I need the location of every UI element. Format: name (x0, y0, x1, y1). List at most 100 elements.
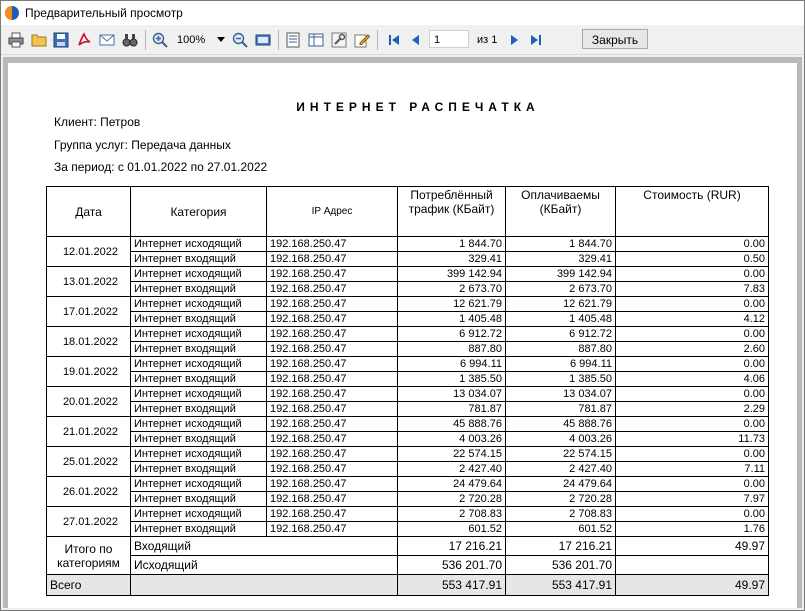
category-cell: Интернет входящий (130, 491, 267, 507)
preview-area[interactable]: ИНТЕРНЕТ РАСПЕЧАТКА Клиент: Петров Групп… (3, 57, 802, 608)
table-row: Интернет входящий 192.168.250.47 601.52 601… (47, 521, 769, 537)
cost-cell: 7.11 (615, 461, 769, 477)
total-label: Всего (46, 574, 131, 596)
ip-cell: 192.168.250.47 (266, 476, 398, 492)
col-header-cost: Стоимость (RUR) (615, 186, 769, 237)
service-group-line: Группа услуг: Передача данных (54, 138, 231, 152)
window-title: Предварительный просмотр (25, 6, 183, 20)
category-cell: Интернет исходящий (130, 236, 267, 252)
col-header-date: Дата (46, 186, 131, 237)
cost-cell: 4.12 (615, 311, 769, 327)
consumed-cell: 13 034.07 (397, 386, 506, 402)
paid-cell: 6 994.11 (505, 356, 616, 372)
open-folder-icon[interactable] (30, 31, 48, 49)
date-cell: 12.01.2022 (46, 236, 131, 267)
cost-cell: 7.83 (615, 281, 769, 297)
client-line: Клиент: Петров (54, 115, 141, 129)
paid-cell: 2 427.40 (505, 461, 616, 477)
app-logo-icon (5, 6, 19, 20)
page-count-label: из 1 (477, 34, 498, 46)
summary-paid: 17 216.21 (505, 536, 616, 556)
page-layout-icon[interactable] (307, 31, 325, 49)
summary-category: Входящий (130, 536, 398, 556)
page-setup-icon[interactable] (284, 31, 302, 49)
next-page-icon[interactable] (505, 31, 523, 49)
date-cell: 25.01.2022 (46, 446, 131, 477)
edit-pencil-icon[interactable] (353, 31, 371, 49)
cost-cell: 7.97 (615, 491, 769, 507)
first-page-icon[interactable] (385, 31, 403, 49)
category-cell: Интернет исходящий (130, 416, 267, 432)
zoom-out-icon[interactable] (231, 31, 249, 49)
col-header-ip: IP Адрес (266, 186, 398, 237)
ip-cell: 192.168.250.47 (266, 521, 398, 537)
date-cell: 20.01.2022 (46, 386, 131, 417)
table-row: 21.01.2022 Интернет исходящий 192.168.250.… (46, 416, 769, 447)
ip-cell: 192.168.250.47 (266, 446, 398, 462)
save-icon[interactable] (52, 31, 70, 49)
consumed-cell: 601.52 (397, 521, 506, 537)
cost-cell: 11.73 (615, 431, 769, 447)
ip-cell: 192.168.250.47 (266, 356, 398, 372)
summary-cost: 49.97 (615, 536, 769, 556)
settings-tools-icon[interactable] (330, 31, 348, 49)
total-paid: 553 417.91 (505, 574, 616, 596)
cost-cell: 0.00 (615, 386, 769, 402)
category-cell: Интернет входящий (130, 311, 267, 327)
email-icon[interactable] (98, 31, 116, 49)
summary-paid: 536 201.70 (505, 555, 616, 575)
category-cell: Интернет исходящий (130, 356, 267, 372)
consumed-cell: 2 427.40 (397, 461, 506, 477)
toolbar-separator (377, 30, 378, 50)
paid-cell: 2 708.83 (505, 506, 616, 522)
table-row: 17.01.2022 Интернет исходящий 192.168.250.… (46, 296, 769, 327)
zoom-select[interactable]: 100% (177, 31, 225, 49)
table-row: 12.01.2022 Интернет исходящий 192.168.250.… (46, 236, 769, 267)
table-row: 20.01.2022 Интернет исходящий 192.168.250.… (46, 386, 769, 417)
paid-cell: 1 405.48 (505, 311, 616, 327)
paid-cell: 24 479.64 (505, 476, 616, 492)
consumed-cell: 1 844.70 (397, 236, 506, 252)
col-header-paid: Оплачиваемы (КБайт) (505, 186, 616, 237)
category-cell: Интернет входящий (130, 431, 267, 447)
fit-page-icon[interactable] (254, 31, 272, 49)
cost-cell: 0.00 (615, 356, 769, 372)
category-cell: Интернет исходящий (130, 266, 267, 282)
ip-cell: 192.168.250.47 (266, 236, 398, 252)
page-number-input[interactable]: 1 (429, 30, 469, 48)
category-cell: Интернет входящий (130, 521, 267, 537)
paid-cell: 781.87 (505, 401, 616, 417)
table-row: 26.01.2022 Интернет исходящий 192.168.250.… (46, 476, 769, 507)
find-binoculars-icon[interactable] (121, 31, 139, 49)
consumed-cell: 24 479.64 (397, 476, 506, 492)
close-button[interactable]: Закрыть (582, 29, 648, 49)
category-cell: Интернет исходящий (130, 386, 267, 402)
paid-cell: 6 912.72 (505, 326, 616, 342)
last-page-icon[interactable] (527, 31, 545, 49)
paid-cell: 399 142.94 (505, 266, 616, 282)
ip-cell: 192.168.250.47 (266, 251, 398, 267)
date-cell: 21.01.2022 (46, 416, 131, 447)
report-page: ИНТЕРНЕТ РАСПЕЧАТКА Клиент: Петров Групп… (8, 63, 797, 608)
zoom-in-icon[interactable] (151, 31, 169, 49)
ip-cell: 192.168.250.47 (266, 371, 398, 387)
pdf-export-icon[interactable] (75, 31, 93, 49)
ip-cell: 192.168.250.47 (266, 461, 398, 477)
table-row: 13.01.2022 Интернет исходящий 192.168.250.… (46, 266, 769, 297)
summary-consumed: 17 216.21 (397, 536, 506, 556)
print-icon[interactable] (7, 31, 25, 49)
paid-cell: 13 034.07 (505, 386, 616, 402)
consumed-cell: 2 708.83 (397, 506, 506, 522)
cost-cell: 4.06 (615, 371, 769, 387)
chevron-down-icon (217, 37, 225, 42)
ip-cell: 192.168.250.47 (266, 431, 398, 447)
category-cell: Интернет входящий (130, 251, 267, 267)
cost-cell: 1.76 (615, 521, 769, 537)
date-cell: 19.01.2022 (46, 356, 131, 387)
consumed-cell: 2 720.28 (397, 491, 506, 507)
cost-cell: 2.60 (615, 341, 769, 357)
paid-cell: 22 574.15 (505, 446, 616, 462)
summary-category: Исходящий (130, 555, 398, 575)
prev-page-icon[interactable] (407, 31, 425, 49)
paid-cell: 1 844.70 (505, 236, 616, 252)
